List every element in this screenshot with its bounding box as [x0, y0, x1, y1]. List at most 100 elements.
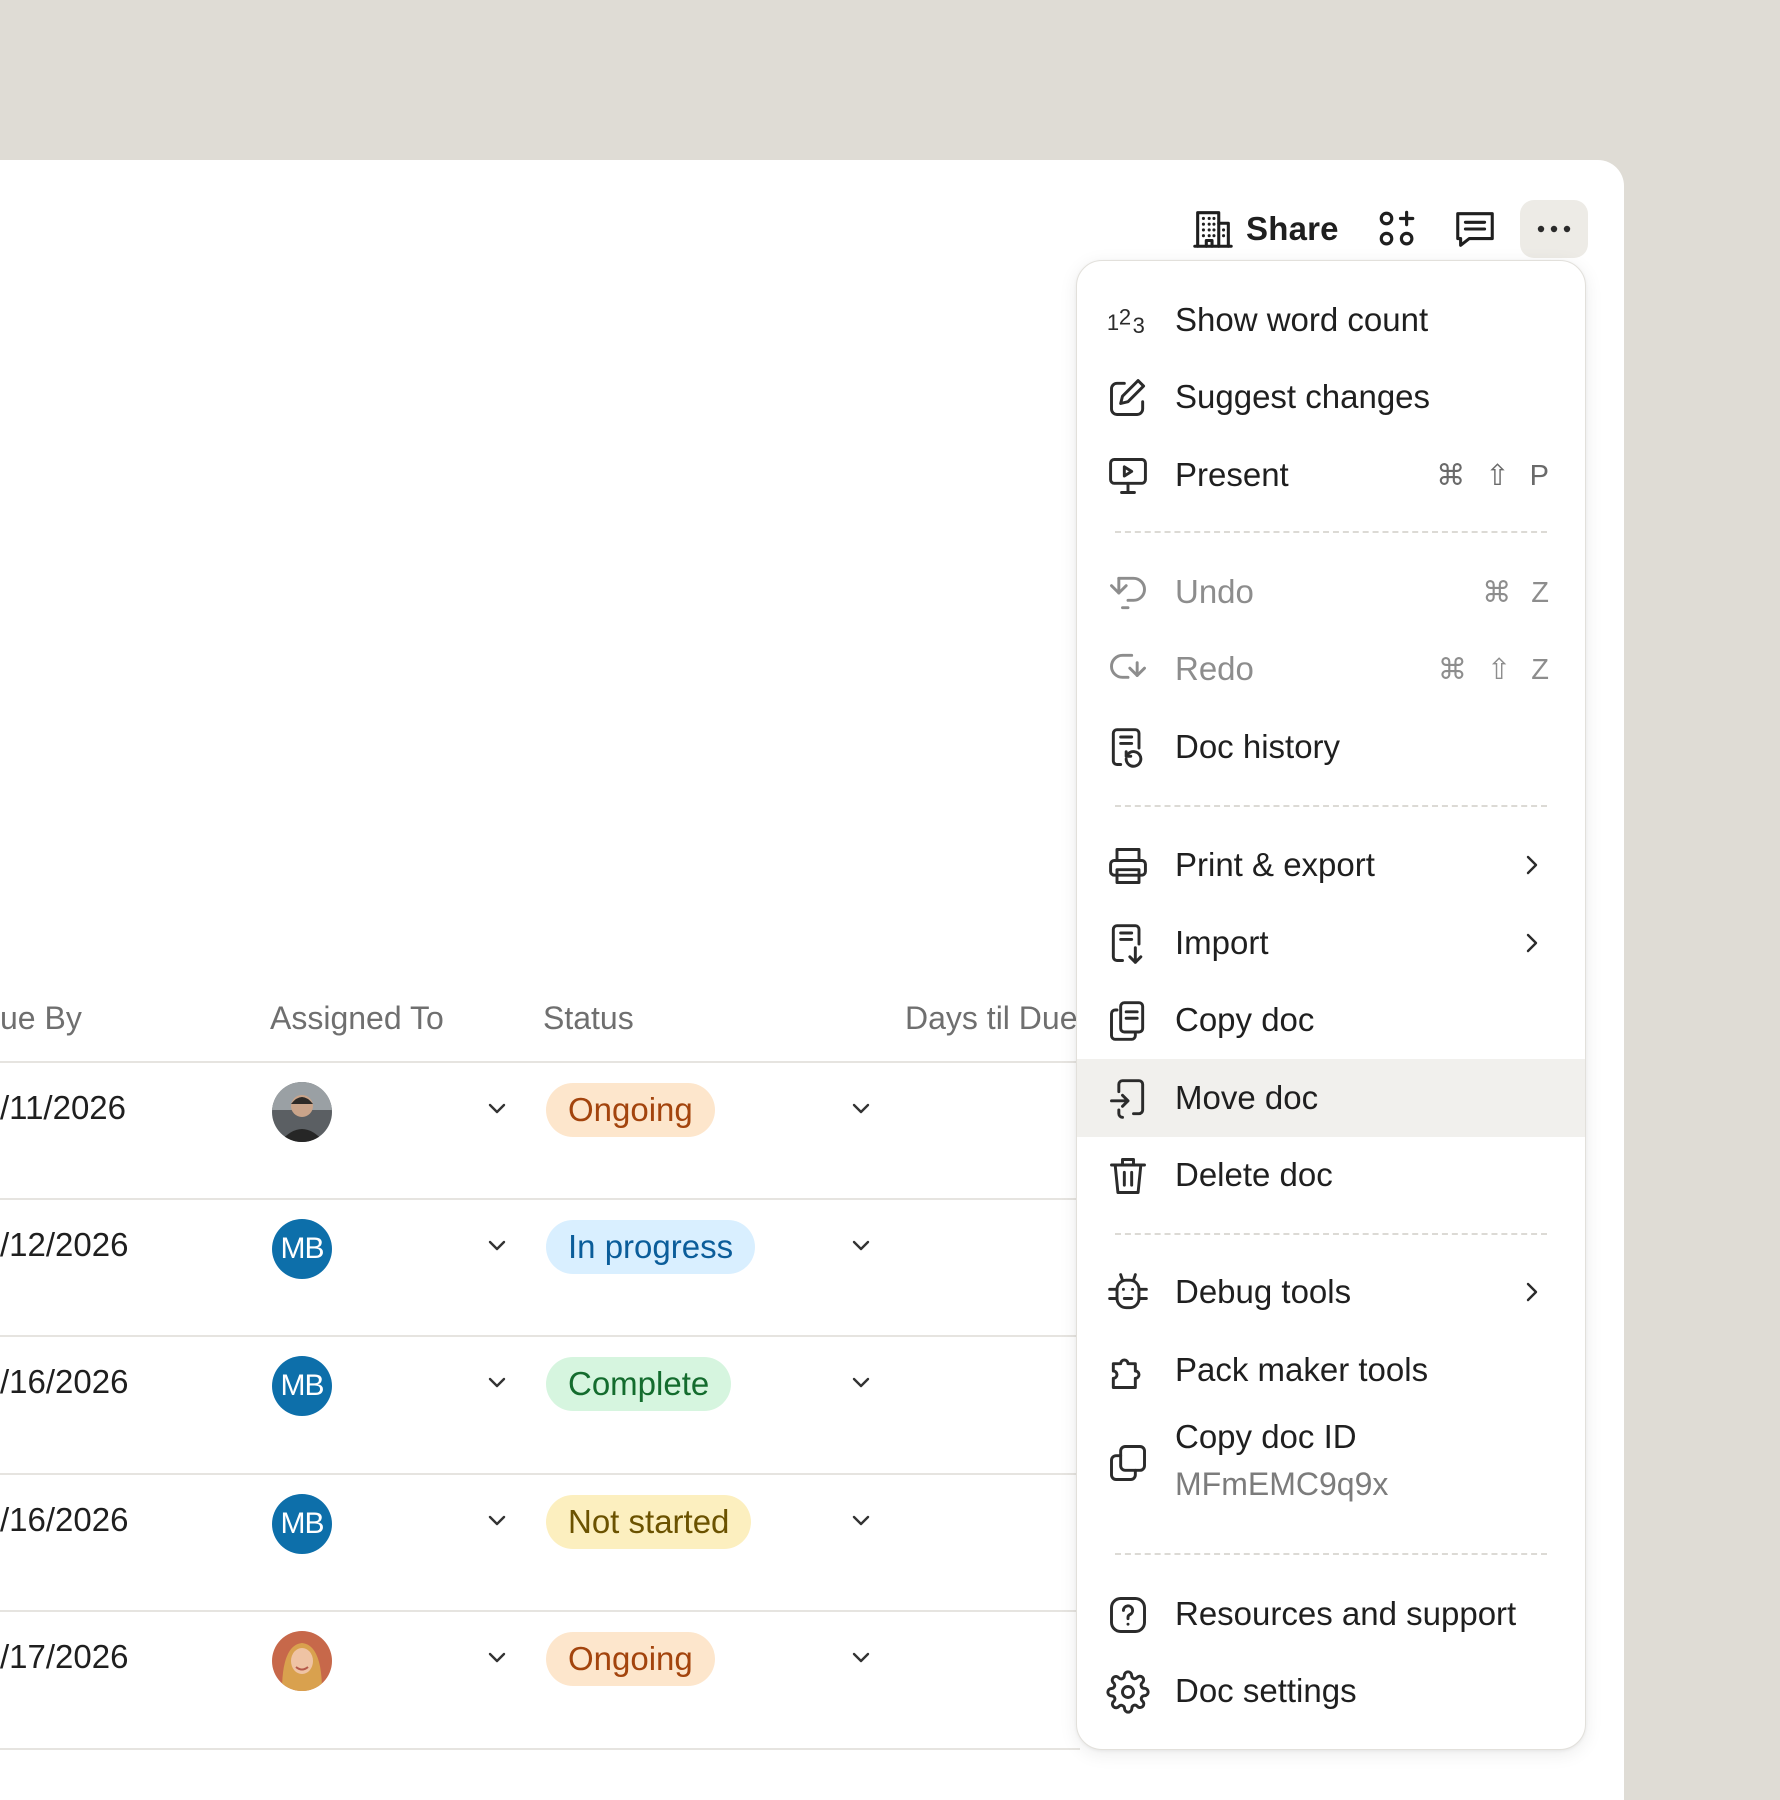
suggest-edit-icon — [1106, 376, 1150, 420]
status-dropdown[interactable] — [846, 1642, 876, 1672]
status-badge[interactable]: Ongoing — [546, 1632, 715, 1686]
menu-item-move-doc[interactable]: Move doc — [1077, 1059, 1585, 1137]
copy-id-icon — [1106, 1441, 1150, 1485]
svg-text:3: 3 — [1133, 313, 1145, 338]
due-date-cell[interactable]: /16/2026 — [0, 1475, 128, 1565]
menu-divider — [1115, 1233, 1547, 1235]
column-header-due-by[interactable]: ue By — [0, 1000, 82, 1037]
assignee-dropdown[interactable] — [482, 1642, 512, 1672]
status-badge[interactable]: Not started — [546, 1495, 752, 1549]
menu-item-label: Debug tools — [1175, 1273, 1352, 1310]
shortcut-hint: ⌘ ⇧ Z — [1437, 653, 1555, 686]
undo-icon — [1106, 571, 1150, 615]
menu-item-suggest-changes[interactable]: Suggest changes — [1077, 358, 1585, 436]
person-photo-icon — [272, 1082, 332, 1142]
chevron-down-icon — [488, 1377, 506, 1388]
menu-item-show-word-count[interactable]: 123 Show word count — [1077, 281, 1585, 359]
chevron-down-icon — [488, 1652, 506, 1663]
status-badge[interactable]: Complete — [546, 1357, 732, 1411]
menu-item-redo[interactable]: Redo ⌘ ⇧ Z — [1077, 630, 1585, 708]
building-icon — [1193, 211, 1233, 248]
chevron-right-icon — [1526, 1282, 1538, 1302]
menu-item-label: Show word count — [1175, 301, 1429, 338]
menu-item-pack-maker-tools[interactable]: Pack maker tools — [1077, 1331, 1585, 1409]
menu-item-label: Copy doc ID — [1175, 1418, 1357, 1455]
doc-id-value: MFmEMC9q9x — [1175, 1466, 1389, 1502]
due-date-cell[interactable]: /12/2026 — [0, 1200, 128, 1290]
more-horizontal-icon — [1537, 225, 1571, 233]
insert-blocks-button[interactable] — [1368, 200, 1426, 258]
chevron-right-icon — [1526, 855, 1538, 875]
menu-item-label: Doc settings — [1175, 1672, 1357, 1709]
menu-item-label: Doc history — [1175, 728, 1341, 765]
comments-button[interactable] — [1446, 200, 1504, 258]
shortcut-hint: ⌘ Z — [1482, 576, 1555, 609]
bug-icon — [1106, 1271, 1150, 1315]
menu-item-label: Import — [1175, 924, 1269, 961]
redo-icon — [1106, 648, 1150, 692]
word-count-icon: 123 — [1106, 299, 1150, 343]
menu-item-label: Undo — [1175, 573, 1254, 610]
menu-item-doc-history[interactable]: Doc history — [1077, 708, 1585, 786]
assignee-dropdown[interactable] — [482, 1505, 512, 1535]
column-header-days-til-due[interactable]: Days til Due — [905, 1000, 1078, 1037]
column-header-assigned-to[interactable]: Assigned To — [270, 1000, 444, 1037]
column-header-status[interactable]: Status — [543, 1000, 634, 1037]
svg-text:1: 1 — [1107, 310, 1119, 335]
import-icon — [1106, 922, 1150, 966]
move-doc-icon — [1106, 1077, 1150, 1121]
menu-item-label: Move doc — [1175, 1079, 1319, 1116]
table-row[interactable]: /16/2026 MB Complete — [0, 1337, 1080, 1474]
shortcut-hint: ⌘ ⇧ P — [1436, 459, 1555, 492]
status-dropdown[interactable] — [846, 1367, 876, 1397]
menu-item-import[interactable]: Import — [1077, 904, 1585, 982]
share-label: Share — [1246, 210, 1339, 247]
menu-item-debug-tools[interactable]: Debug tools — [1077, 1253, 1585, 1331]
avatar: MB — [272, 1494, 332, 1554]
svg-text:2: 2 — [1119, 305, 1131, 330]
status-badge[interactable]: In progress — [546, 1220, 756, 1274]
menu-item-copy-doc[interactable]: Copy doc — [1077, 981, 1585, 1059]
table-row[interactable]: /16/2026 MB Not started — [0, 1475, 1080, 1612]
menu-item-label: Redo — [1175, 650, 1254, 687]
menu-item-doc-settings[interactable]: Doc settings — [1077, 1652, 1585, 1730]
menu-item-undo[interactable]: Undo ⌘ Z — [1077, 553, 1585, 631]
status-dropdown[interactable] — [846, 1093, 876, 1123]
menu-divider — [1115, 1553, 1547, 1555]
menu-item-label: Pack maker tools — [1175, 1351, 1429, 1388]
comment-icon — [1456, 212, 1494, 247]
avatar: MB — [272, 1356, 332, 1416]
printer-icon — [1106, 844, 1150, 888]
menu-divider — [1115, 805, 1547, 807]
table-row[interactable]: /17/2026 Ongoing — [0, 1612, 1080, 1749]
trash-icon — [1106, 1154, 1150, 1198]
doc-history-icon — [1106, 726, 1150, 770]
status-badge[interactable]: Ongoing — [546, 1083, 715, 1137]
chevron-down-icon — [852, 1103, 870, 1114]
due-date-cell[interactable]: /16/2026 — [0, 1337, 128, 1427]
share-button[interactable]: Share — [1190, 200, 1350, 258]
more-options-button[interactable] — [1520, 200, 1588, 258]
menu-item-label: Resources and support — [1175, 1595, 1517, 1632]
menu-item-label: Present — [1175, 456, 1289, 493]
due-date-cell[interactable]: /17/2026 — [0, 1612, 128, 1702]
assignee-dropdown[interactable] — [482, 1093, 512, 1123]
chevron-right-icon — [1526, 933, 1538, 953]
menu-item-resources-support[interactable]: Resources and support — [1077, 1575, 1585, 1653]
table-row[interactable]: /12/2026 MB In progress — [0, 1200, 1080, 1337]
copy-doc-icon — [1106, 999, 1150, 1043]
present-icon — [1106, 454, 1150, 498]
table-row[interactable]: /11/2026 Ongoing — [0, 1063, 1080, 1200]
menu-item-copy-doc-id[interactable]: Copy doc ID MFmEMC9q9x — [1077, 1408, 1585, 1518]
status-dropdown[interactable] — [846, 1230, 876, 1260]
menu-item-delete-doc[interactable]: Delete doc — [1077, 1136, 1585, 1214]
chevron-down-icon — [852, 1240, 870, 1251]
assignee-dropdown[interactable] — [482, 1367, 512, 1397]
assignee-dropdown[interactable] — [482, 1230, 512, 1260]
menu-item-label: Print & export — [1175, 846, 1375, 883]
chevron-down-icon — [852, 1652, 870, 1663]
menu-item-print-export[interactable]: Print & export — [1077, 826, 1585, 904]
status-dropdown[interactable] — [846, 1505, 876, 1535]
menu-item-present[interactable]: Present ⌘ ⇧ P — [1077, 436, 1585, 514]
due-date-cell[interactable]: /11/2026 — [0, 1063, 126, 1153]
